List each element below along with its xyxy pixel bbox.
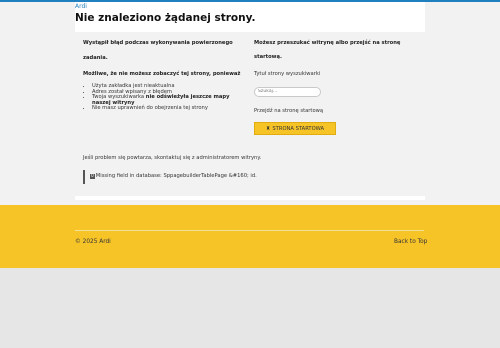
home-button[interactable]: ♜ STRONA STARTOWA: [254, 122, 336, 135]
footer-divider: [75, 230, 424, 231]
reasons-list: Użyta zakładka jest nieaktualna Adres zo…: [83, 83, 257, 112]
site-name-link[interactable]: Ardi: [75, 3, 87, 10]
page-bottom: [0, 268, 500, 348]
intro-text: Wystąpił błąd podczas wykonywania powier…: [83, 40, 233, 46]
copyright: © 2025 Ardi: [75, 239, 111, 245]
error-panel: [75, 32, 425, 196]
intro-text-cont: zadania.: [83, 55, 108, 61]
home-label: Przejdź na stronę startową: [254, 108, 324, 114]
page-title: Nie znaleziono żądanej strony.: [75, 12, 256, 24]
back-to-top-link[interactable]: Back to Top: [394, 239, 427, 245]
persist-note: Jeśli problem się powtarza, skontaktuj s…: [83, 155, 262, 161]
search-label: Tytuł strony wyszukiwarki: [254, 71, 321, 77]
search-hint-cont: startową.: [254, 54, 282, 60]
list-item: Nie masz uprawnień do obejrzenia tej str…: [92, 106, 257, 112]
footer: [0, 205, 500, 268]
cause-heading: Możliwe, że nie możesz zobaczyć tej stro…: [83, 71, 241, 77]
error-message: 0 Missing field in database: Sppagebuilde…: [90, 173, 257, 179]
error-marker: [83, 170, 85, 184]
search-hint: Możesz przeszukać witrynę albo przejść n…: [254, 40, 401, 46]
error-badge: 0: [90, 174, 95, 179]
search-input[interactable]: [254, 87, 321, 97]
home-icon: ♜: [265, 126, 271, 132]
